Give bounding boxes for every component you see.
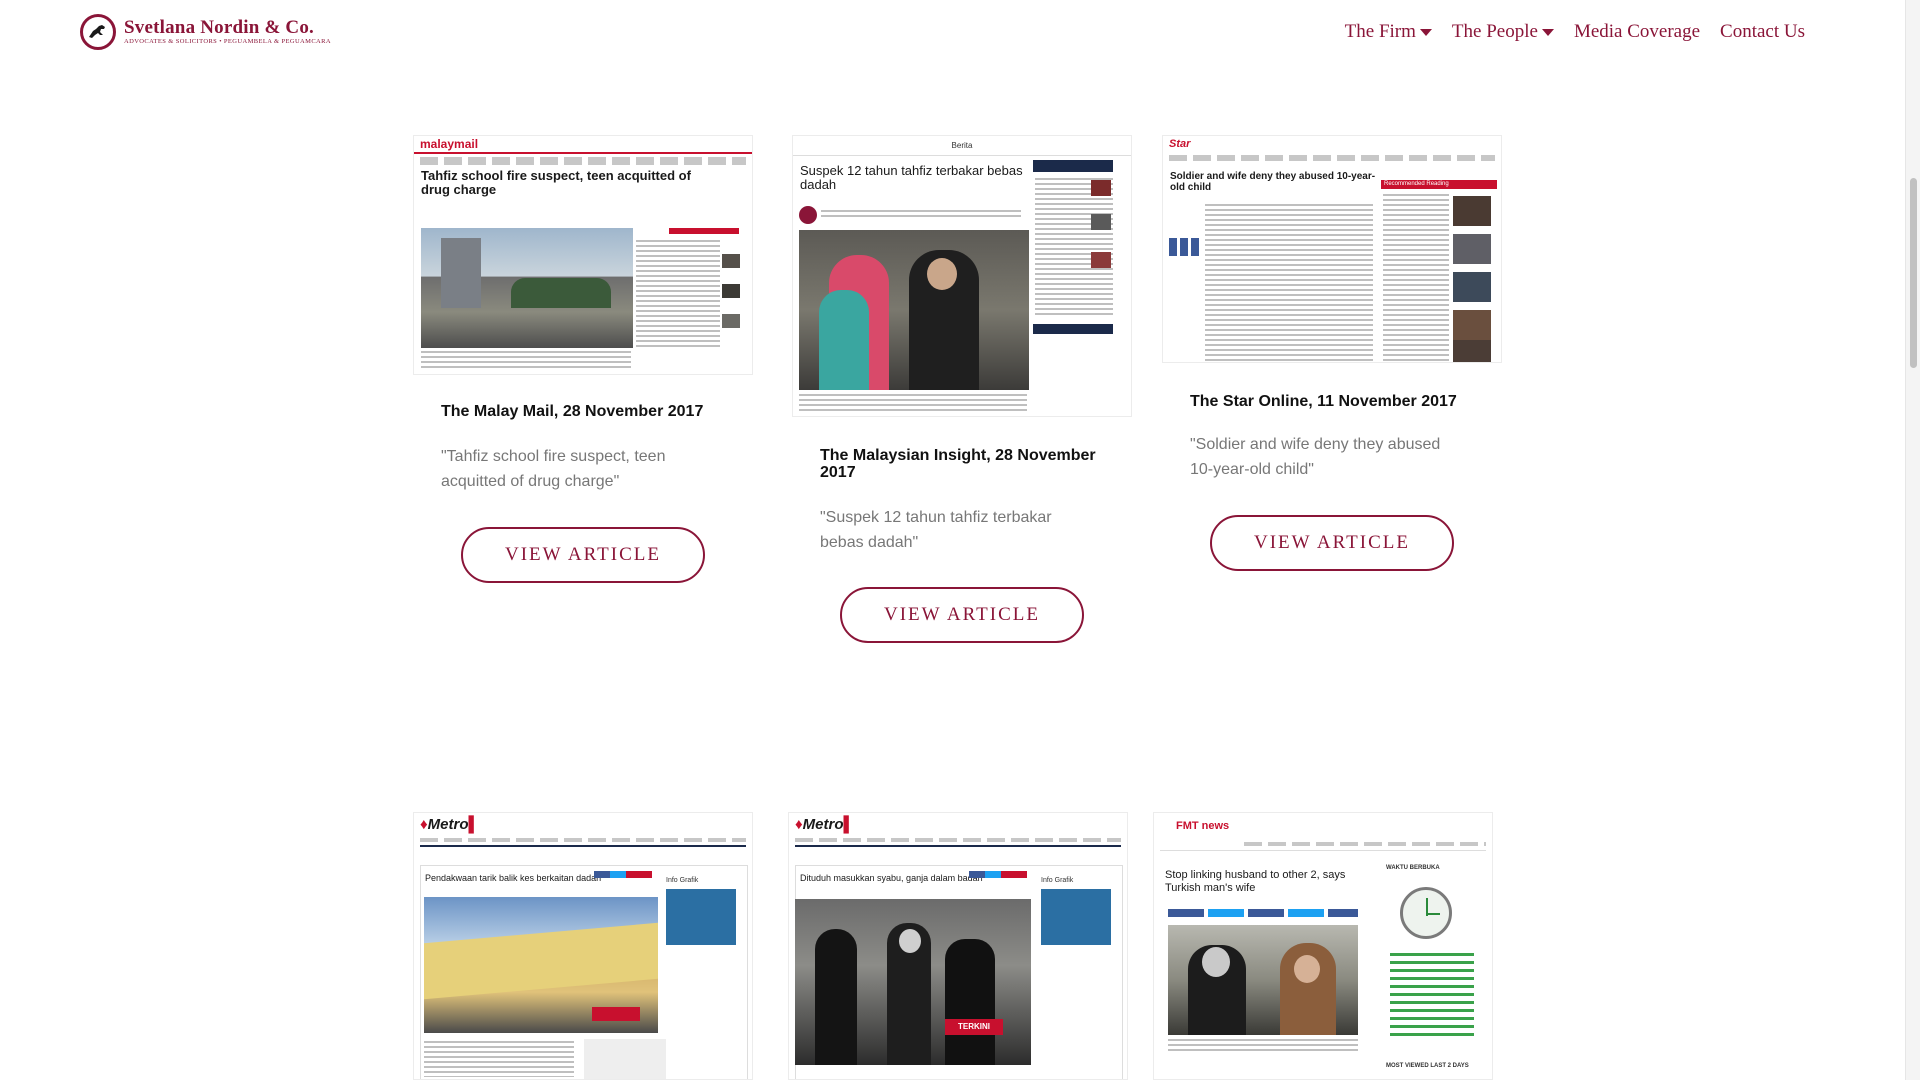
nav-label: Contact Us [1720,21,1805,42]
site-header: Svetlana Nordin & Co. ADVOCATES & SOLICI… [0,0,1905,66]
nav-the-people[interactable]: The People [1452,21,1554,43]
article-source: The Malaysian Insight, 28 November 2017 [820,447,1096,481]
article-thumbnail[interactable]: ♦Metro▌ Pendakwaan tarik balik kes berka… [413,812,753,1080]
article-thumbnail[interactable]: ♦Metro▌ Dituduh masukkan syabu, ganja da… [788,812,1128,1080]
sidebar-heading: Info Grafik [1041,877,1074,884]
article-card: ♦Metro▌ Pendakwaan tarik balik kes berka… [413,812,753,1080]
breaking-badge: TERKINI [945,1019,1003,1035]
article-thumbnail[interactable]: FMT news Stop linking husband to other 2… [1153,812,1493,1080]
thumbnail-headline: Soldier and wife deny they abused 10-yea… [1170,171,1376,193]
caret-down-icon [1541,29,1554,36]
nav-media-coverage[interactable]: Media Coverage [1574,21,1700,43]
masthead: FMT news [1176,820,1230,832]
article-card: ♦Metro▌ Dituduh masukkan syabu, ganja da… [788,812,1128,1080]
masthead: malaymail [420,137,479,151]
article-thumbnail[interactable]: Berita Suspek 12 tahun tahfiz terbakar b… [792,135,1132,417]
sidebar-heading: WAKTU BERBUKA [1386,865,1440,871]
view-article-button[interactable]: VIEW ARTICLE [840,587,1084,643]
sidebar-heading: Info Grafik [666,877,699,884]
firm-name: Svetlana Nordin & Co. [124,17,314,38]
thumbnail-headline: Stop linking husband to other 2, says Tu… [1165,869,1346,894]
article-photo [799,230,1029,390]
thumbnail-headline: Suspek 12 tahun tahfiz terbakar bebas da… [800,163,1023,192]
article-photo [1168,925,1358,1035]
scrollbar-thumb[interactable] [1910,178,1917,368]
article-quote: "Tahfiz school fire suspect, teen acquit… [441,448,666,490]
article-photo: TERKINI [795,899,1031,1065]
masthead: Berita [951,141,973,150]
nav-label: Media Coverage [1573,21,1701,42]
nav-label: The Firm [1344,21,1416,42]
most-viewed-heading: MOST VIEWED LAST 2 DAYS [1386,1063,1469,1069]
masthead: ♦Metro▌ [795,815,855,833]
article-card: Star Soldier and wife deny they abused 1… [1162,135,1502,571]
caret-down-icon [1419,29,1432,36]
article-card: malaymail Tahfiz school fire suspect, te… [413,135,753,583]
article-source: The Malay Mail, 28 November 2017 [441,403,704,420]
firm-logo[interactable]: Svetlana Nordin & Co. ADVOCATES & SOLICI… [80,14,331,50]
article-thumbnail[interactable]: Star Soldier and wife deny they abused 1… [1162,135,1502,363]
view-article-button[interactable]: VIEW ARTICLE [1210,515,1454,571]
sidebar-heading: Recommended Reading [1381,180,1497,189]
page-scrollbar[interactable] [1905,0,1920,1080]
horse-emblem-icon [80,14,116,50]
masthead: ♦Metro▌ [420,815,480,833]
article-card: Berita Suspek 12 tahun tahfiz terbakar b… [792,135,1132,643]
article-photo [424,897,658,1033]
main-nav: The Firm The People Media Coverage Conta… [1345,21,1805,43]
nav-contact-us[interactable]: Contact Us [1720,21,1805,43]
masthead: Star [1169,138,1191,150]
article-quote: "Soldier and wife deny they abused 10-ye… [1190,436,1441,478]
firm-subtitle: ADVOCATES & SOLICITORS • PEGUAMBELA & PE… [124,38,331,45]
article-photo [421,228,633,348]
article-thumbnail[interactable]: malaymail Tahfiz school fire suspect, te… [413,135,753,375]
article-card: FMT news Stop linking husband to other 2… [1153,812,1493,1080]
thumbnail-headline: Tahfiz school fire suspect, teen acquitt… [421,168,691,197]
view-article-button[interactable]: VIEW ARTICLE [461,527,705,583]
article-source: The Star Online, 11 November 2017 [1190,393,1457,410]
nav-label: The People [1451,21,1538,42]
article-quote: "Suspek 12 tahun tahfiz terbakar bebas d… [820,509,1052,551]
nav-the-firm[interactable]: The Firm [1345,21,1432,43]
